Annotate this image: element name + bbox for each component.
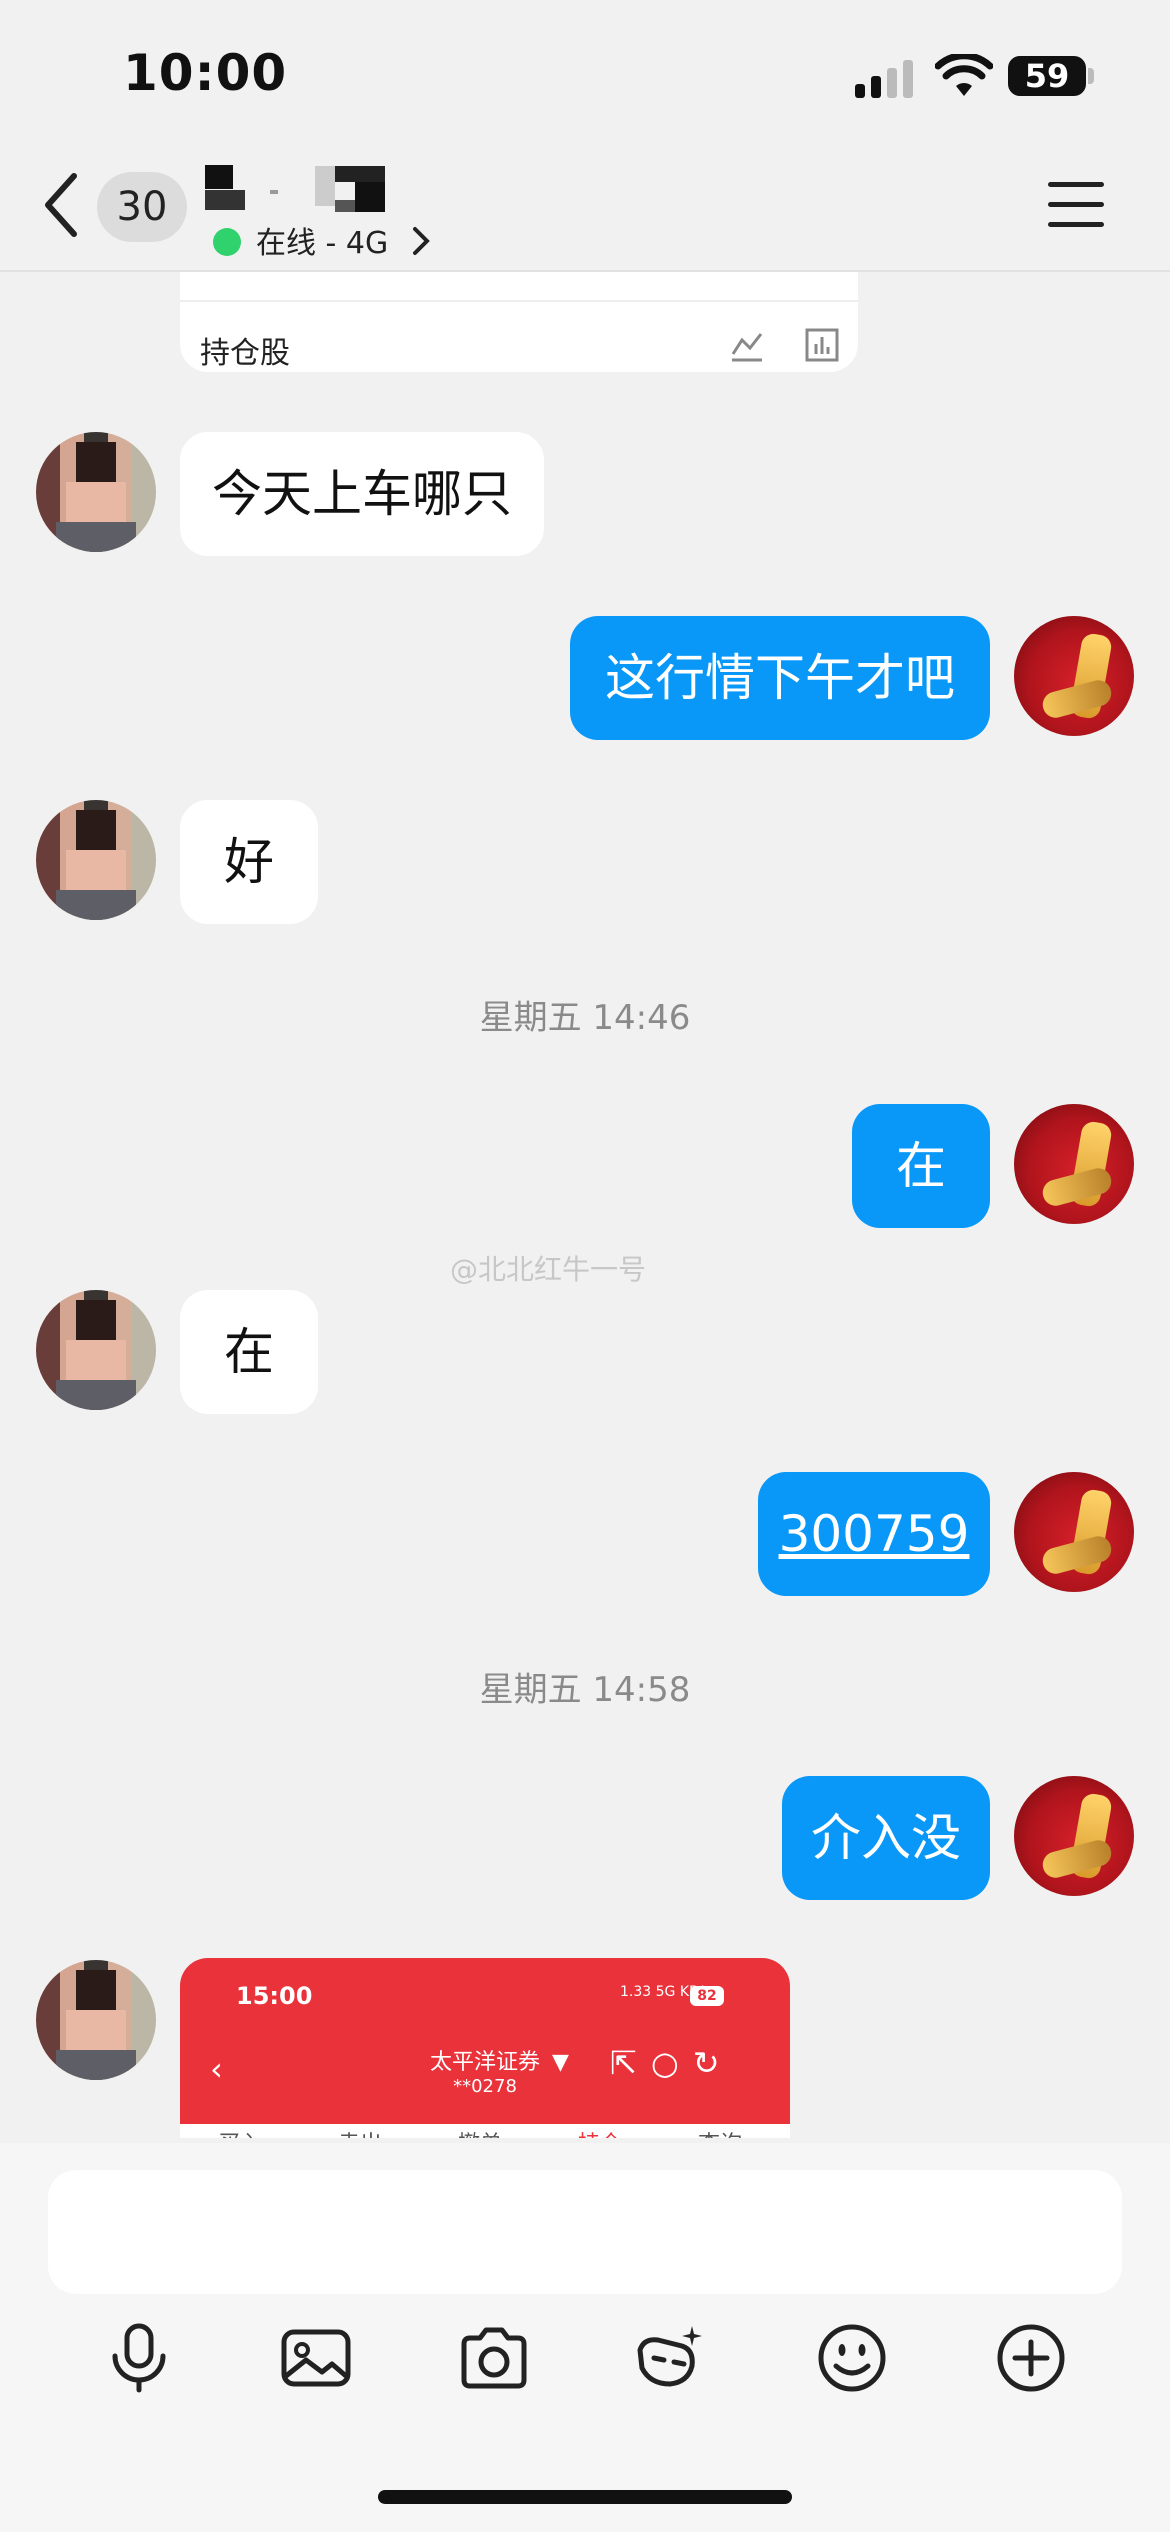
home-indicator[interactable] <box>378 2490 792 2504</box>
contact-avatar[interactable] <box>36 432 156 552</box>
card-divider <box>180 300 858 302</box>
screenshot-action-icons: ⇱○↻ <box>610 2044 734 2082</box>
message-bubble-incoming[interactable]: 今天上车哪只 <box>180 432 544 556</box>
battery-tip <box>1088 68 1094 84</box>
screenshot-tab: 买入 <box>218 2126 262 2138</box>
message-bubble-outgoing[interactable]: 在 <box>852 1104 990 1228</box>
menu-button[interactable] <box>1048 182 1104 228</box>
message-timestamp: 星期五 14:46 <box>479 998 691 1038</box>
card-label: 持仓股 <box>200 336 290 371</box>
plus-icon[interactable] <box>995 2322 1067 2394</box>
screenshot-time: 15:00 <box>236 1982 313 2010</box>
status-time: 10:00 <box>123 44 288 102</box>
mic-icon[interactable] <box>103 2322 175 2394</box>
message-bubble-outgoing[interactable]: 这行情下午才吧 <box>570 616 990 740</box>
screenshot-tab: 查询 <box>698 2126 742 2138</box>
my-avatar[interactable] <box>1014 616 1134 736</box>
screenshot-dropdown-icon: ▼ <box>552 2050 569 2075</box>
online-status[interactable]: 在线 - 4G <box>256 218 388 262</box>
stock-code-link[interactable]: 300759 <box>758 1472 990 1596</box>
chevron-right-icon[interactable] <box>410 226 432 256</box>
wifi-icon <box>935 54 993 96</box>
screenshot-battery: 82 <box>690 1986 724 2006</box>
message-timestamp: 星期五 14:58 <box>479 1670 691 1710</box>
my-avatar[interactable] <box>1014 1104 1134 1224</box>
contact-avatar[interactable] <box>36 1960 156 2080</box>
contact-avatar[interactable] <box>36 800 156 920</box>
sticker-icon[interactable] <box>634 2322 706 2394</box>
message-bubble-incoming[interactable]: 在 <box>180 1290 318 1414</box>
watermark: @北北红牛一号 <box>450 1253 647 1286</box>
back-button[interactable] <box>40 170 80 240</box>
screenshot-tab: 卖出 <box>338 2126 382 2138</box>
my-avatar[interactable] <box>1014 1776 1134 1896</box>
image-message[interactable]: 15:00 1.33 5G KB/s 82 ‹ 太平洋证券 **0278 ▼ ⇱… <box>180 1958 790 2138</box>
my-avatar[interactable] <box>1014 1472 1134 1592</box>
emoji-icon[interactable] <box>816 2322 888 2394</box>
message-bubble-incoming[interactable]: 好 <box>180 800 318 924</box>
message-input[interactable] <box>48 2170 1122 2294</box>
screenshot-tab-active: 持仓 <box>578 2126 622 2138</box>
unread-count-badge[interactable]: 30 <box>97 172 187 242</box>
bar-chart-icon[interactable] <box>805 328 839 362</box>
screenshot-tab: 撤单 <box>458 2126 502 2138</box>
online-indicator-icon <box>213 228 241 256</box>
camera-icon[interactable] <box>458 2322 530 2394</box>
image-icon[interactable] <box>280 2322 352 2394</box>
battery-level: 59 <box>1024 57 1070 95</box>
contact-name-redacted[interactable] <box>200 160 420 220</box>
cellular-signal-icon <box>855 60 913 98</box>
contact-avatar[interactable] <box>36 1290 156 1410</box>
line-chart-icon[interactable] <box>730 328 764 362</box>
message-bubble-outgoing[interactable]: 介入没 <box>782 1776 990 1900</box>
